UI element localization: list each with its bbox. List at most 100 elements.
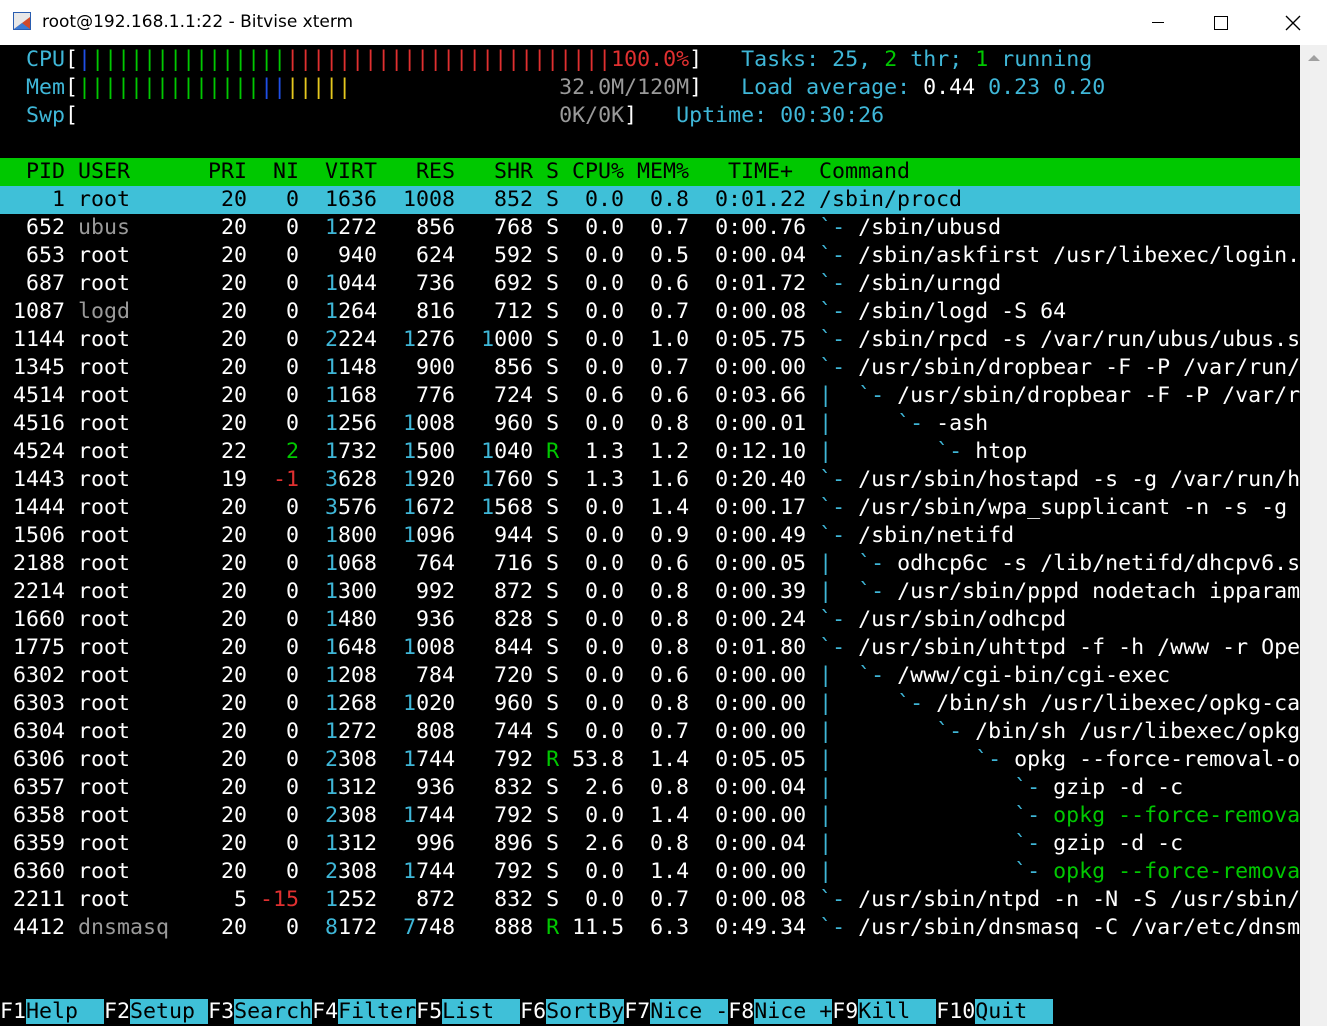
process-row[interactable]: 2214 root 20 0 1300 992 872 S 0.0 0.8 0:… [0, 578, 1300, 606]
process-row[interactable]: 653 root 20 0 940 624 592 S 0.0 0.5 0:00… [0, 242, 1300, 270]
fkey-label[interactable]: SortBy [546, 999, 625, 1024]
process-row[interactable]: 1660 root 20 0 1480 936 828 S 0.0 0.8 0:… [0, 606, 1300, 634]
process-row[interactable]: 6304 root 20 0 1272 808 744 S 0.0 0.7 0:… [0, 718, 1300, 746]
close-icon [1285, 15, 1301, 31]
process-row[interactable]: 2188 root 20 0 1068 764 716 S 0.0 0.6 0:… [0, 550, 1300, 578]
process-row[interactable]: 6360 root 20 0 2308 1744 792 S 0.0 1.4 0… [0, 858, 1300, 886]
fkey-label[interactable]: Quit [975, 999, 1054, 1024]
terminal-text: 224 [338, 327, 404, 352]
terminal-text: 20 0 [208, 215, 326, 240]
terminal-text: 308 [338, 803, 404, 828]
terminal-text: 2 [884, 47, 898, 72]
fkey-label[interactable]: Kill [858, 999, 937, 1024]
terminal-text: `- [819, 467, 859, 492]
terminal-text: ubus [78, 215, 209, 240]
process-row[interactable]: 6303 root 20 0 1268 1020 960 S 0.0 0.8 0… [0, 690, 1300, 718]
process-row[interactable]: 687 root 20 0 1044 736 692 S 0.0 0.6 0:0… [0, 270, 1300, 298]
fkey-label[interactable]: Setup [130, 999, 209, 1024]
process-row[interactable]: 6306 root 20 0 2308 1744 792 R 53.8 1.4 … [0, 746, 1300, 774]
process-row[interactable]: 4516 root 20 0 1256 1008 960 S 0.0 0.8 0… [0, 410, 1300, 438]
terminal-text: `- [819, 523, 859, 548]
terminal-text: gzip -d -c [1053, 831, 1184, 856]
fkey-f7[interactable]: F7 [624, 999, 650, 1024]
terminal-text: /bin/sh /usr/libexec/opkg [975, 719, 1300, 744]
fkey-label[interactable]: Search [234, 999, 313, 1024]
terminal-text: ] [689, 75, 703, 100]
terminal-text: thr; [897, 47, 976, 72]
process-row[interactable]: 1087 logd 20 0 1264 816 712 S 0.0 0.7 0:… [0, 298, 1300, 326]
process-row[interactable]: 1144 root 20 0 2224 1276 1000 S 0.0 1.0 … [0, 326, 1300, 354]
process-row[interactable]: 6359 root 20 0 1312 996 896 S 2.6 0.8 0:… [0, 830, 1300, 858]
terminal-text: 576 [338, 495, 404, 520]
fkey-f3[interactable]: F3 [208, 999, 234, 1024]
fkey-f1[interactable]: F1 [0, 999, 26, 1024]
process-row[interactable]: 1 root 20 0 1636 1008 852 S 0.0 0.8 0:01… [0, 186, 1300, 214]
terminal-text: 2 [325, 803, 339, 828]
process-row[interactable]: 1775 root 20 0 1648 1008 844 S 0.0 0.8 0… [0, 634, 1300, 662]
fkey-label[interactable]: Filter [338, 999, 417, 1024]
process-row[interactable]: 1444 root 20 0 3576 1672 1568 S 0.0 1.4 … [0, 494, 1300, 522]
fkey-label[interactable]: List [442, 999, 521, 1024]
terminal-text: 1 [403, 747, 417, 772]
terminal-screen[interactable]: CPU[||||||||||||||||||||||||||||||||||||… [0, 45, 1300, 1026]
terminal-text: 168 776 724 S 0.6 0.6 0:03.66 [338, 383, 820, 408]
terminal-text: 748 888 [416, 915, 547, 940]
terminal-text: 480 936 828 S 0.0 0.8 0:00.24 [338, 607, 820, 632]
terminal-text: 252 872 832 S 0.0 0.7 0:00.08 [338, 887, 820, 912]
terminal-text: 1 [325, 439, 339, 464]
process-row[interactable]: 2211 root 5 -15 1252 872 832 S 0.0 0.7 0… [0, 886, 1300, 914]
process-row[interactable]: 4524 root 22 2 1732 1500 1040 R 1.3 1.2 … [0, 438, 1300, 466]
process-row[interactable]: 1345 root 20 0 1148 900 856 S 0.0 0.7 0:… [0, 354, 1300, 382]
terminal-text: 172 [338, 915, 404, 940]
terminal-text: 1444 root 20 0 [0, 495, 326, 520]
fkey-f2[interactable]: F2 [104, 999, 130, 1024]
fkey-label[interactable]: Help [26, 999, 105, 1024]
minimize-button[interactable] [1135, 0, 1181, 45]
terminal-text: 1 [325, 271, 339, 296]
terminal-text: /usr/sbin/hostapd -s -g /var/run/h [858, 467, 1300, 492]
fkey-f6[interactable]: F6 [520, 999, 546, 1024]
terminal-text: `- [819, 215, 859, 240]
process-row[interactable]: 6302 root 20 0 1208 784 720 S 0.0 0.6 0:… [0, 662, 1300, 690]
terminal-text: /usr/sbin/uhttpd -f -h /www -r Ope [858, 635, 1300, 660]
maximize-button[interactable] [1198, 0, 1244, 45]
process-row[interactable]: 652 ubus 20 0 1272 856 768 S 0.0 0.7 0:0… [0, 214, 1300, 242]
process-row[interactable]: 4514 root 20 0 1168 776 724 S 0.6 0.6 0:… [0, 382, 1300, 410]
fkey-f8[interactable]: F8 [728, 999, 754, 1024]
terminal-text: 208 784 720 S 0.0 0.6 0:00.00 [338, 663, 820, 688]
scroll-up-arrow-icon[interactable] [1308, 55, 1320, 61]
terminal-text: CPU [26, 47, 66, 72]
terminal-text: 272 856 768 S 0.0 0.7 0:00.76 [338, 215, 820, 240]
terminal-text: | `- [819, 383, 898, 408]
terminal-text: `- [819, 327, 859, 352]
terminal-text: opkg --force-remova [1053, 803, 1300, 828]
process-row[interactable]: 6357 root 20 0 1312 936 832 S 2.6 0.8 0:… [0, 774, 1300, 802]
terminal-text: 1 [481, 467, 495, 492]
terminal-text: 1 [481, 439, 495, 464]
terminal-text: USER [78, 159, 209, 184]
terminal-text: 6358 root 20 0 [0, 803, 326, 828]
terminal-text: 11.5 6.3 0:49.34 [559, 915, 820, 940]
terminal-text: 4524 root 22 [0, 439, 287, 464]
terminal-text: 1 [325, 887, 339, 912]
vertical-scrollbar[interactable] [1300, 45, 1327, 1026]
process-row[interactable]: 6358 root 20 0 2308 1744 792 S 0.0 1.4 0… [0, 802, 1300, 830]
process-row[interactable]: 1506 root 20 0 1800 1096 944 S 0.0 0.9 0… [0, 522, 1300, 550]
close-button[interactable] [1270, 0, 1316, 45]
fkey-label[interactable]: Nice + [754, 999, 833, 1024]
fkey-label[interactable]: Nice - [650, 999, 729, 1024]
terminal-text: /usr/sbin/dropbear -F -P /var/run/ [858, 355, 1300, 380]
terminal-text: 1 [325, 355, 339, 380]
fkey-f4[interactable]: F4 [312, 999, 338, 1024]
fkey-f10[interactable]: F10 [936, 999, 975, 1024]
terminal-text: 20 0 [208, 299, 326, 324]
process-row[interactable]: 1443 root 19 -1 3628 1920 1760 S 1.3 1.6… [0, 466, 1300, 494]
fkey-f9[interactable]: F9 [832, 999, 858, 1024]
terminal-text: 1 [325, 215, 339, 240]
process-row[interactable]: 4412 dnsmasq 20 0 8172 7748 888 R 11.5 6… [0, 914, 1300, 942]
fkey-f5[interactable]: F5 [416, 999, 442, 1024]
window-titlebar: root@192.168.1.1:22 - Bitvise xterm [0, 0, 1327, 45]
